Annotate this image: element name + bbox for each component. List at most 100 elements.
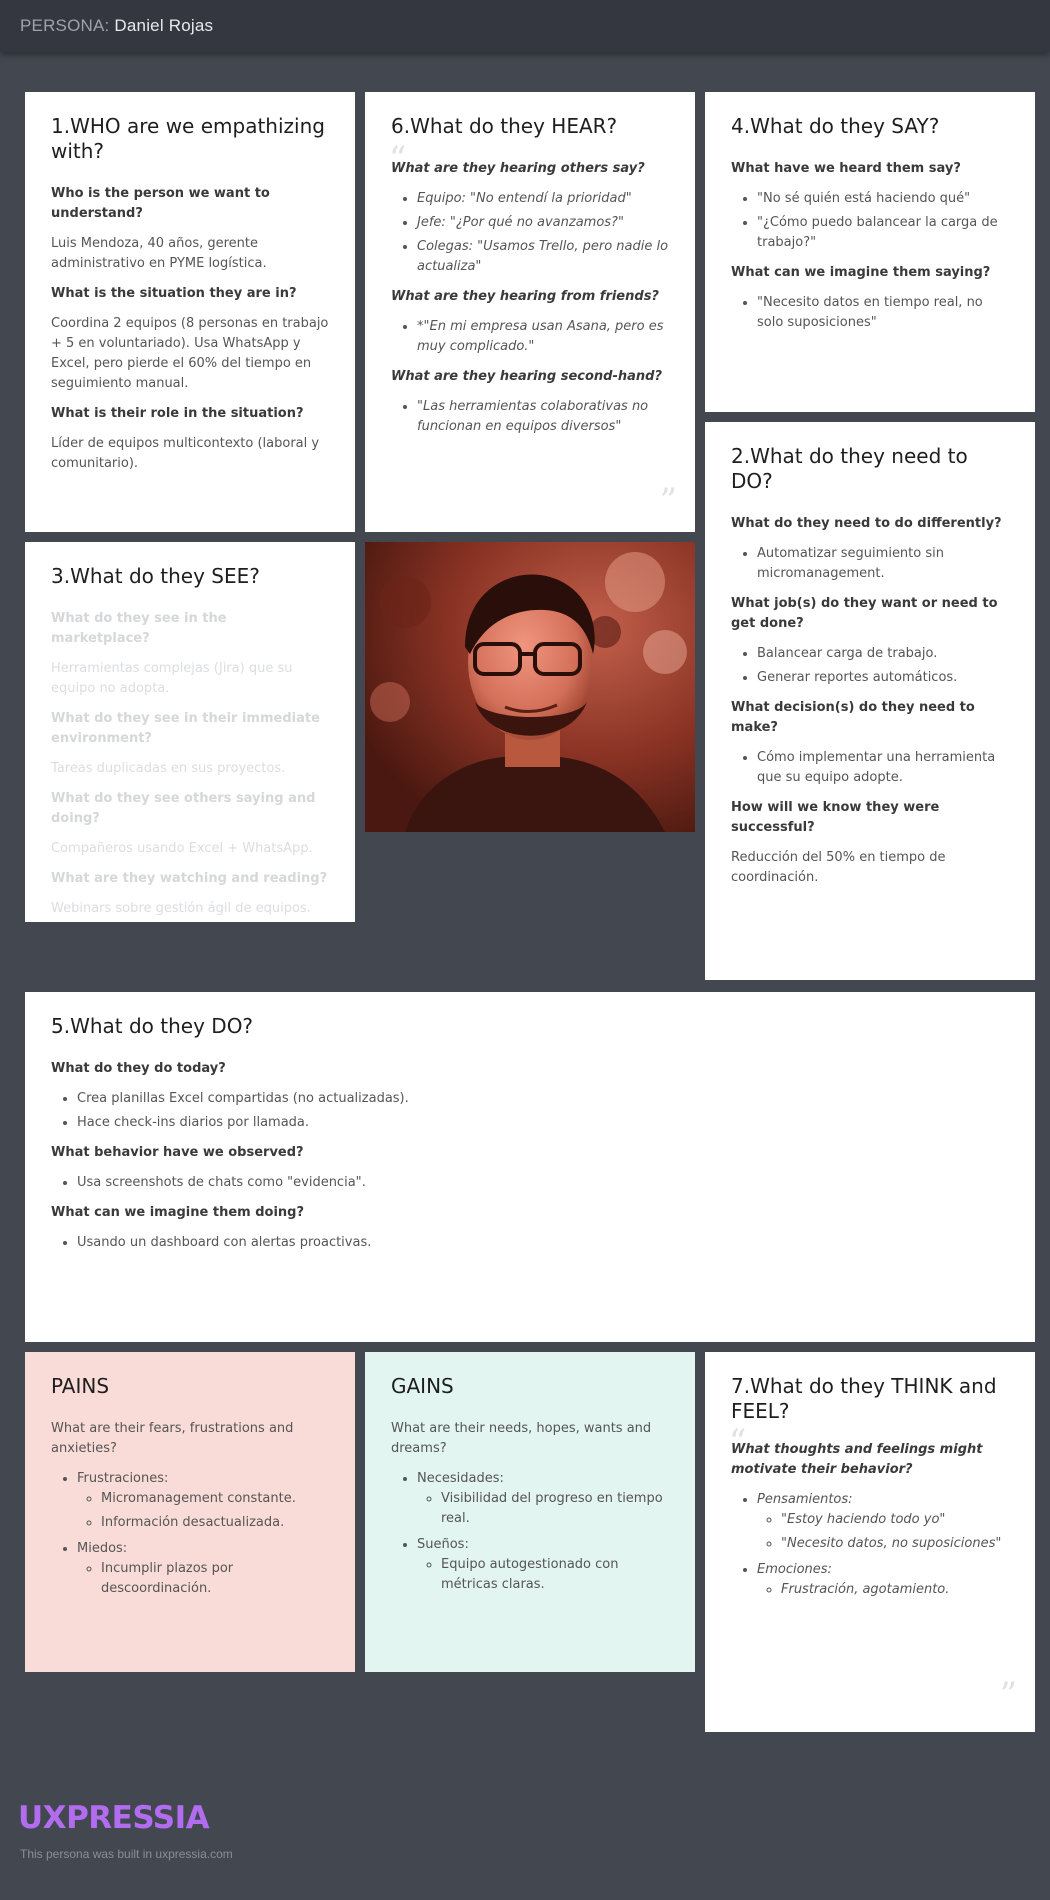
- see-question-3: What do they see others saying and doing…: [51, 791, 316, 826]
- gains-intro: What are their needs, hopes, wants and d…: [391, 1421, 652, 1456]
- quote-close-icon: ”: [999, 1675, 1017, 1715]
- footer-note: This persona was built in uxpressia.com: [20, 1847, 233, 1861]
- see-answer-4: Webinars sobre gestión ágil de equipos.: [51, 901, 311, 916]
- list-item: Colegas: "Usamos Trello, pero nadie lo a…: [417, 237, 669, 277]
- need-card: 2.What do they need to DO? What do they …: [705, 422, 1035, 980]
- list-item: "No sé quién está haciendo qué": [757, 189, 1009, 209]
- quote-close-icon: ”: [659, 481, 677, 521]
- who-answer-2: Coordina 2 equipos (8 personas en trabaj…: [51, 316, 329, 391]
- do-list-3: Usando un dashboard con alertas proactiv…: [51, 1233, 1009, 1253]
- need-question-3: What decision(s) do they need to make?: [731, 700, 975, 735]
- list-item: *"En mi empresa usan Asana, pero es muy …: [417, 317, 669, 357]
- say-question-1: What have we heard them say?: [731, 161, 961, 176]
- pains-group-2-list: Incumplir plazos por descoordinación.: [77, 1559, 329, 1599]
- list-item: Frustraciones: Micromanagement constante…: [77, 1469, 329, 1533]
- need-list-3: Cómo implementar una herramienta que su …: [731, 748, 1009, 788]
- need-answer-4: Reducción del 50% en tiempo de coordinac…: [731, 850, 946, 885]
- think-group-1-label: Pensamientos:: [757, 1492, 853, 1507]
- need-question-2: What job(s) do they want or need to get …: [731, 596, 998, 631]
- who-title: 1.WHO are we empathizing with?: [51, 114, 325, 163]
- list-item: Sueños: Equipo autogestionado con métric…: [417, 1535, 669, 1595]
- pains-group-1-list: Micromanagement constante. Información d…: [77, 1489, 329, 1533]
- gains-title: GAINS: [391, 1374, 454, 1398]
- think-list: Pensamientos: "Estoy haciendo todo yo" "…: [731, 1490, 1009, 1600]
- do-list-2: Usa screenshots de chats como "evidencia…: [51, 1173, 1009, 1193]
- persona-photo-illustration: [365, 542, 695, 832]
- pains-list: Frustraciones: Micromanagement constante…: [51, 1469, 329, 1599]
- who-question-2: What is the situation they are in?: [51, 286, 297, 301]
- think-card: 7.What do they THINK and FEEL? “ What th…: [705, 1352, 1035, 1732]
- see-answer-2: Tareas duplicadas en sus proyectos.: [51, 761, 286, 776]
- see-question-4: What are they watching and reading?: [51, 871, 328, 886]
- list-item: Automatizar seguimiento sin micromanagem…: [757, 544, 1009, 584]
- list-item: Información desactualizada.: [101, 1513, 329, 1533]
- gains-card: GAINS What are their needs, hopes, wants…: [365, 1352, 695, 1672]
- do-card: 5.What do they DO? What do they do today…: [25, 992, 1035, 1342]
- hear-question-1: What are they hearing others say?: [391, 161, 645, 176]
- hear-question-2: What are they hearing from friends?: [391, 289, 659, 304]
- list-item: Jefe: "¿Por qué no avanzamos?": [417, 213, 669, 233]
- who-answer-3: Líder de equipos multicontexto (laboral …: [51, 436, 320, 471]
- who-card: 1.WHO are we empathizing with? Who is th…: [25, 92, 355, 532]
- who-question-3: What is their role in the situation?: [51, 406, 304, 421]
- say-title: 4.What do they SAY?: [731, 114, 940, 138]
- list-item: "¿Cómo puedo balancear la carga de traba…: [757, 213, 1009, 253]
- list-item: Emociones: Frustración, agotamiento.: [757, 1560, 1009, 1600]
- list-item: Equipo autogestionado con métricas clara…: [441, 1555, 669, 1595]
- see-title: 3.What do they SEE?: [51, 564, 260, 588]
- see-question-2: What do they see in their immediate envi…: [51, 711, 320, 746]
- pains-group-1-label: Frustraciones:: [77, 1471, 169, 1486]
- persona-title: PERSONA: Daniel Rojas: [20, 16, 213, 36]
- hear-list-1: Equipo: "No entendí la prioridad" Jefe: …: [391, 189, 669, 277]
- say-card: 4.What do they SAY? What have we heard t…: [705, 92, 1035, 412]
- hear-title: 6.What do they HEAR?: [391, 114, 618, 138]
- list-item: Cómo implementar una herramienta que su …: [757, 748, 1009, 788]
- do-question-3: What can we imagine them doing?: [51, 1205, 305, 1220]
- do-question-2: What behavior have we observed?: [51, 1145, 304, 1160]
- list-item: Pensamientos: "Estoy haciendo todo yo" "…: [757, 1490, 1009, 1554]
- do-question-1: What do they do today?: [51, 1061, 226, 1076]
- list-item: "Necesito datos, no suposiciones": [781, 1534, 1009, 1554]
- gains-group-2-list: Equipo autogestionado con métricas clara…: [417, 1555, 669, 1595]
- pains-title: PAINS: [51, 1374, 110, 1398]
- list-item: "Estoy haciendo todo yo": [781, 1510, 1009, 1530]
- list-item: Generar reportes automáticos.: [757, 668, 1009, 688]
- gains-list: Necesidades: Visibilidad del progreso en…: [391, 1469, 669, 1595]
- uxpressia-logo[interactable]: UXPRESSIA: [18, 1800, 210, 1836]
- list-item: Equipo: "No entendí la prioridad": [417, 189, 669, 209]
- list-item: Frustración, agotamiento.: [781, 1580, 1009, 1600]
- say-list-1: "No sé quién está haciendo qué" "¿Cómo p…: [731, 189, 1009, 253]
- list-item: Micromanagement constante.: [101, 1489, 329, 1509]
- need-question-4: How will we know they were successful?: [731, 800, 940, 835]
- list-item: Incumplir plazos por descoordinación.: [101, 1559, 329, 1599]
- hear-list-3: "Las herramientas colaborativas no funci…: [391, 397, 669, 437]
- gains-group-1-label: Necesidades:: [417, 1471, 504, 1486]
- think-group-2-label: Emociones:: [757, 1562, 832, 1577]
- list-item: Visibilidad del progreso en tiempo real.: [441, 1489, 669, 1529]
- hear-question-3: What are they hearing second-hand?: [391, 369, 662, 384]
- list-item: Crea planillas Excel compartidas (no act…: [77, 1089, 1009, 1109]
- need-list-2: Balancear carga de trabajo. Generar repo…: [731, 644, 1009, 688]
- gains-group-1-list: Visibilidad del progreso en tiempo real.: [417, 1489, 669, 1529]
- persona-photo: [365, 542, 695, 832]
- see-card: 3.What do they SEE? What do they see in …: [25, 542, 355, 922]
- list-item: Usando un dashboard con alertas proactiv…: [77, 1233, 1009, 1253]
- think-title: 7.What do they THINK and FEEL?: [731, 1374, 997, 1423]
- list-item: Necesidades: Visibilidad del progreso en…: [417, 1469, 669, 1529]
- list-item: "Necesito datos en tiempo real, no solo …: [757, 293, 1009, 333]
- who-answer-1: Luis Mendoza, 40 años, gerente administr…: [51, 236, 267, 271]
- do-title: 5.What do they DO?: [51, 1014, 254, 1038]
- header-bar: PERSONA: Daniel Rojas: [0, 0, 1050, 52]
- pains-group-2-label: Miedos:: [77, 1541, 128, 1556]
- persona-name: Daniel Rojas: [114, 16, 214, 35]
- list-item: Miedos: Incumplir plazos por descoordina…: [77, 1539, 329, 1599]
- see-answer-3: Compañeros usando Excel + WhatsApp.: [51, 841, 313, 856]
- say-list-2: "Necesito datos en tiempo real, no solo …: [731, 293, 1009, 333]
- think-question-1: What thoughts and feelings might motivat…: [731, 1442, 983, 1477]
- think-group-2-list: Frustración, agotamiento.: [757, 1580, 1009, 1600]
- pains-card: PAINS What are their fears, frustrations…: [25, 1352, 355, 1672]
- need-list-1: Automatizar seguimiento sin micromanagem…: [731, 544, 1009, 584]
- list-item: Hace check-ins diarios por llamada.: [77, 1113, 1009, 1133]
- list-item: Usa screenshots de chats como "evidencia…: [77, 1173, 1009, 1193]
- who-question-1: Who is the person we want to understand?: [51, 186, 270, 221]
